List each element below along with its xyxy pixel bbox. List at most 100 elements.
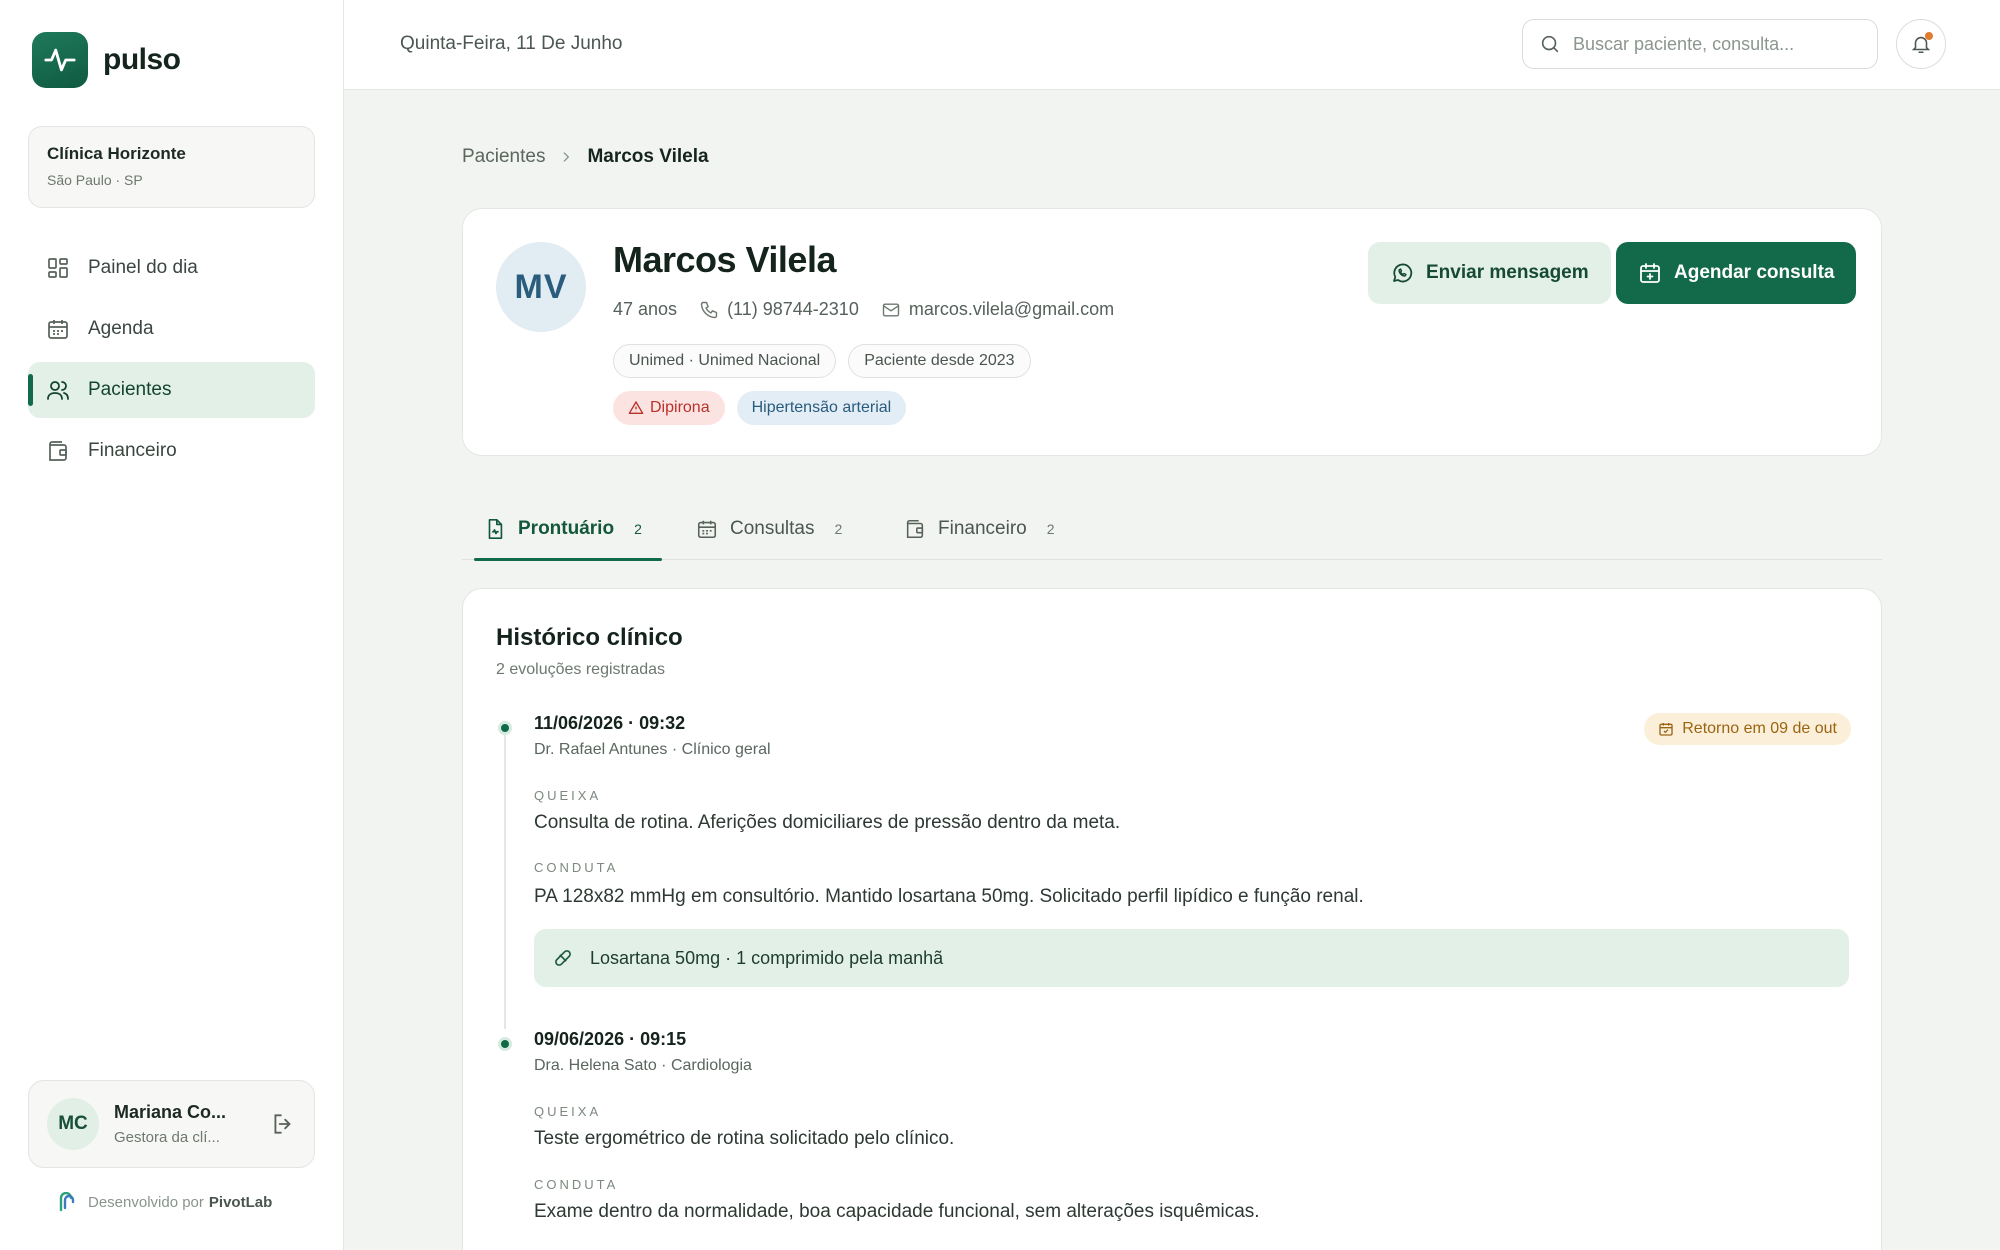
current-date: Quinta-Feira, 11 De Junho <box>400 33 623 54</box>
conduct-label: CONDUTA <box>534 1177 619 1192</box>
complaint-text: Teste ergométrico de rotina solicitado p… <box>534 1128 955 1149</box>
timeline-dot <box>498 721 512 735</box>
history-entry: 09/06/2026 · 09:15 Dra. Helena Sato · Ca… <box>496 1029 1851 1229</box>
wallet-icon <box>904 518 926 540</box>
tab-count: 2 <box>834 521 843 537</box>
patient-phone[interactable]: (11) 98744-2310 <box>727 299 859 320</box>
avatar: MC <box>47 1098 99 1150</box>
calendar-check-icon <box>1658 721 1674 737</box>
credit-prefix: Desenvolvido por <box>88 1193 204 1211</box>
developer-credit: Desenvolvido por PivotLab <box>58 1191 272 1212</box>
sidebar-item-label: Agenda <box>88 318 154 339</box>
pill-icon <box>552 947 574 969</box>
patient-meta: 47 anos (11) 98744-2310 marcos.vilela@gm… <box>613 299 1114 320</box>
tab-label: Prontuário <box>518 518 615 539</box>
users-icon <box>46 378 70 402</box>
conduct-text: Exame dentro da normalidade, boa capacid… <box>534 1201 1260 1222</box>
breadcrumb: Pacientes Marcos Vilela <box>462 146 709 168</box>
medical-file-icon <box>484 518 506 540</box>
patient-since-tag: Paciente desde 2023 <box>848 344 1031 378</box>
calendar-plus-icon <box>1638 261 1662 285</box>
entry-datetime: 11/06/2026 · 09:32 <box>534 713 686 733</box>
prescription-text: Losartana 50mg · 1 comprimido pela manhã <box>590 947 944 968</box>
sidebar-item-label: Painel do dia <box>88 257 198 278</box>
clinic-location: São Paulo · SP <box>47 172 143 188</box>
sidebar-item-painel[interactable]: Painel do dia <box>28 240 315 296</box>
complaint-label: QUEIXA <box>534 788 602 803</box>
sidebar-item-label: Financeiro <box>88 440 177 461</box>
patient-alerts: Dipirona Hipertensão arterial <box>613 391 918 425</box>
sidebar-item-label: Pacientes <box>88 379 172 400</box>
complaint-label: QUEIXA <box>534 1104 602 1119</box>
chevron-right-icon <box>559 150 573 164</box>
clinic-selector[interactable]: Clínica Horizonte São Paulo · SP <box>28 126 315 208</box>
notifications-button[interactable] <box>1896 19 1946 69</box>
allergy-label: Dipirona <box>650 399 710 416</box>
search-icon <box>1539 33 1561 55</box>
clinical-history-card: Histórico clínico 2 evoluções registrada… <box>462 588 1882 1250</box>
search-box[interactable] <box>1522 19 1878 69</box>
entry-doctor: Dr. Rafael Antunes · Clínico geral <box>534 741 771 758</box>
tab-consultas[interactable]: Consultas 2 <box>696 498 842 560</box>
sidebar-item-pacientes[interactable]: Pacientes <box>28 362 315 418</box>
complaint-text: Consulta de rotina. Aferições domiciliar… <box>534 812 1121 833</box>
schedule-appointment-button[interactable]: Agendar consulta <box>1616 242 1857 304</box>
tab-label: Financeiro <box>938 518 1027 539</box>
search-input[interactable] <box>1573 33 1863 55</box>
breadcrumb-current: Marcos Vilela <box>587 146 709 167</box>
calendar-icon <box>696 518 718 540</box>
user-name: Mariana Co... <box>114 1102 227 1122</box>
tab-count: 2 <box>1046 521 1055 537</box>
schedule-appointment-label: Agendar consulta <box>1674 262 1835 283</box>
patient-age: 47 anos <box>613 299 678 319</box>
pulse-icon <box>32 32 88 88</box>
send-message-label: Enviar mensagem <box>1426 262 1589 283</box>
user-role: Gestora da clí... <box>114 1129 220 1146</box>
return-label: Retorno em 09 de out <box>1682 720 1837 737</box>
patient-profile-card: MV Marcos Vilela 47 anos (11) 98744-2310… <box>462 208 1882 456</box>
condition-tag: Hipertensão arterial <box>736 391 907 425</box>
notification-dot <box>1925 32 1933 40</box>
sidebar-item-agenda[interactable]: Agenda <box>28 301 315 357</box>
warning-icon <box>628 400 644 416</box>
user-profile-card[interactable]: MC Mariana Co... Gestora da clí... <box>28 1080 315 1168</box>
topbar: Quinta-Feira, 11 De Junho <box>344 0 2000 90</box>
patient-tags: Unimed · Unimed Nacional Paciente desde … <box>613 344 1043 378</box>
allergy-tag: Dipirona <box>613 391 725 425</box>
section-title: Histórico clínico <box>496 624 683 651</box>
entry-datetime: 09/06/2026 · 09:15 <box>534 1029 687 1049</box>
avatar: MV <box>496 242 586 332</box>
logout-icon[interactable] <box>270 1111 296 1137</box>
pivotlab-logo-icon <box>58 1191 76 1212</box>
patient-name: Marcos Vilela <box>613 239 836 280</box>
patient-email[interactable]: marcos.vilela@gmail.com <box>909 299 1114 320</box>
tab-label: Consultas <box>730 518 815 539</box>
grid-icon <box>46 256 70 280</box>
tab-count: 2 <box>634 521 642 537</box>
mail-icon <box>881 300 901 320</box>
timeline-dot <box>498 1037 512 1051</box>
entry-doctor: Dra. Helena Sato · Cardiologia <box>534 1057 752 1074</box>
sidebar: pulso Clínica Horizonte São Paulo · SP P… <box>0 0 344 1250</box>
section-subtitle: 2 evoluções registradas <box>496 661 665 678</box>
calendar-icon <box>46 317 70 341</box>
sidebar-nav: Painel do dia Agenda Pacientes Financeir… <box>28 240 315 484</box>
credit-company[interactable]: PivotLab <box>209 1194 272 1211</box>
send-message-button[interactable]: Enviar mensagem <box>1368 242 1611 304</box>
wallet-icon <box>46 439 70 463</box>
whatsapp-icon <box>1390 261 1414 285</box>
tab-financeiro[interactable]: Financeiro 2 <box>904 498 1055 560</box>
sidebar-item-financeiro[interactable]: Financeiro <box>28 423 315 479</box>
breadcrumb-pacientes[interactable]: Pacientes <box>462 146 545 168</box>
history-entry: 11/06/2026 · 09:32 Dr. Rafael Antunes · … <box>496 713 1851 1013</box>
brand-logo[interactable]: pulso <box>32 32 181 88</box>
tab-prontuario[interactable]: Prontuário 2 <box>474 498 662 561</box>
return-badge[interactable]: Retorno em 09 de out <box>1644 713 1851 745</box>
clinic-name: Clínica Horizonte <box>47 144 186 163</box>
conduct-text: PA 128x82 mmHg em consultório. Mantido l… <box>534 886 1364 907</box>
insurance-tag: Unimed · Unimed Nacional <box>613 344 837 378</box>
patient-tabs: Prontuário 2 Consultas 2 Financeiro 2 <box>462 498 1882 561</box>
brand-name: pulso <box>103 43 181 76</box>
phone-icon <box>699 300 719 320</box>
conduct-label: CONDUTA <box>534 860 619 875</box>
